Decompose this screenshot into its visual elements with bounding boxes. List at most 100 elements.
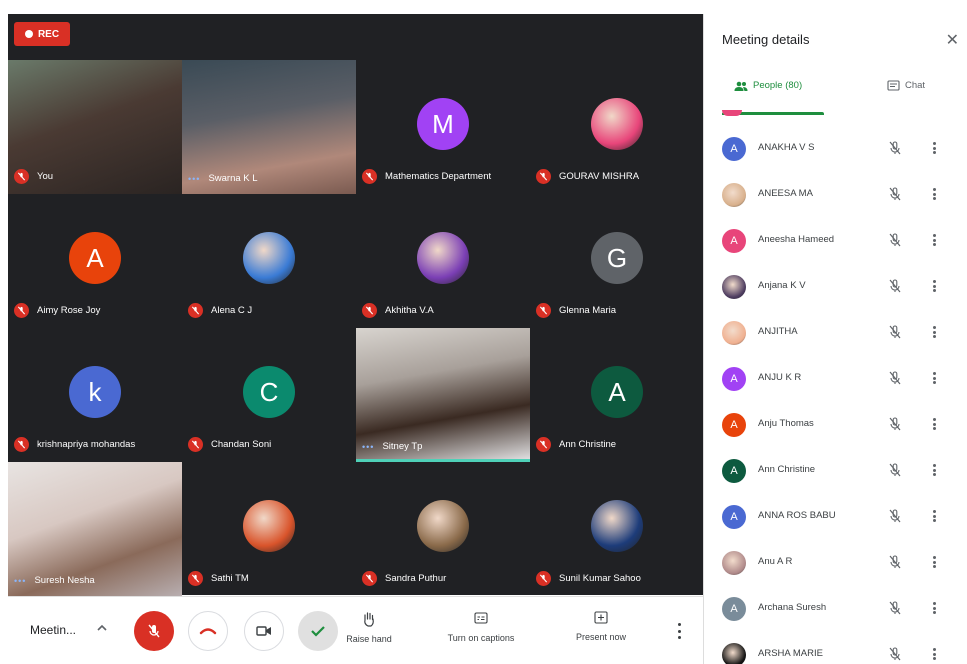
chevron-up-icon[interactable]: [96, 621, 108, 639]
participant-tile[interactable]: Akhitha V.A: [356, 194, 530, 328]
avatar-photo: [722, 321, 746, 345]
participant-label: Mathematics Department: [362, 169, 491, 184]
participant-row[interactable]: ANEESA MA: [704, 172, 967, 218]
captions-button[interactable]: Turn on captions: [440, 611, 522, 643]
participant-tile[interactable]: A Ann Christine: [530, 328, 704, 462]
participant-label: ••• Sitney Tp: [362, 441, 422, 452]
check-button[interactable]: [298, 611, 338, 651]
more-options-icon[interactable]: [931, 646, 937, 662]
mic-off-icon: [188, 303, 203, 318]
raise-hand-button[interactable]: Raise hand: [341, 611, 397, 644]
mic-off-icon: [536, 169, 551, 184]
avatar-photo: [722, 643, 746, 664]
more-options-icon[interactable]: [931, 324, 937, 340]
camera-button[interactable]: [244, 611, 284, 651]
participant-tile[interactable]: C Chandan Soni: [182, 328, 356, 462]
close-icon[interactable]: ✕: [946, 30, 959, 50]
more-options-icon[interactable]: [931, 232, 937, 248]
mic-off-button[interactable]: [134, 611, 174, 651]
participant-row[interactable]: ANJITHA: [704, 310, 967, 356]
mic-off-icon: [362, 571, 377, 586]
raise-hand-label: Raise hand: [346, 634, 392, 644]
participant-row[interactable]: A Ann Christine: [704, 448, 967, 494]
speaking-dots-icon: •••: [14, 575, 27, 586]
mic-off-icon: [148, 624, 160, 638]
mic-off-icon: [362, 303, 377, 318]
more-options-icon[interactable]: [931, 370, 937, 386]
participant-label: krishnapriya mohandas: [14, 437, 135, 452]
participant-name: Sitney Tp: [382, 441, 423, 452]
meeting-details-label[interactable]: Meetin...: [30, 623, 76, 637]
participant-tile[interactable]: k krishnapriya mohandas: [8, 328, 182, 462]
participant-tile[interactable]: M Mathematics Department: [356, 60, 530, 194]
more-options-icon[interactable]: [931, 278, 937, 294]
avatar: A: [722, 597, 746, 621]
participant-label: Ann Christine: [536, 437, 616, 452]
participant-row[interactable]: A ANNA ROS BABU: [704, 494, 967, 540]
avatar: A: [722, 505, 746, 529]
avatar: A: [722, 367, 746, 391]
participant-row[interactable]: Anjana K V: [704, 264, 967, 310]
more-options-icon[interactable]: [931, 600, 937, 616]
participant-tile[interactable]: Alena C J: [182, 194, 356, 328]
participant-row[interactable]: A Anju Thomas: [704, 402, 967, 448]
participant-label: Sandra Puthur: [362, 571, 446, 586]
participant-tile[interactable]: ••• Suresh Nesha: [8, 462, 182, 596]
more-options-icon[interactable]: [676, 623, 682, 639]
participant-name: Anju Thomas: [758, 418, 814, 429]
tab-people[interactable]: People (80): [734, 80, 802, 91]
captions-label: Turn on captions: [447, 633, 515, 643]
avatar: C: [243, 366, 295, 418]
participant-tile[interactable]: Sunil Kumar Sahoo: [530, 462, 704, 596]
more-options-icon[interactable]: [931, 416, 937, 432]
avatar: A: [722, 413, 746, 437]
participant-row[interactable]: A ANJU K R: [704, 356, 967, 402]
participant-name: GOURAV MISHRA: [559, 171, 640, 182]
avatar: A: [722, 137, 746, 161]
more-options-icon[interactable]: [931, 462, 937, 478]
participant-label: Alena C J: [188, 303, 252, 318]
more-options-icon[interactable]: [931, 186, 937, 202]
participant-row[interactable]: Anu A R: [704, 540, 967, 586]
avatar: A: [591, 366, 643, 418]
avatar: A: [722, 229, 746, 253]
participant-tile[interactable]: ••• Sitney Tp: [356, 328, 530, 462]
avatar-photo: [591, 500, 643, 552]
avatar-photo: [722, 551, 746, 575]
avatar-photo: [722, 275, 746, 299]
participant-name: ANJU K R: [758, 372, 802, 383]
avatar: M: [417, 98, 469, 150]
tab-chat[interactable]: Chat: [887, 80, 925, 91]
participant-tile[interactable]: ••• Swarna K L: [182, 60, 356, 194]
participant-tile[interactable]: Sandra Puthur: [356, 462, 530, 596]
participant-name: ANAKHA V S: [758, 142, 815, 153]
hang-up-icon: [199, 628, 217, 635]
avatar-photo: [243, 232, 295, 284]
more-options-icon[interactable]: [931, 508, 937, 524]
participant-row[interactable]: ARSHA MARIE: [704, 632, 967, 664]
participant-tile[interactable]: Sathi TM: [182, 462, 356, 596]
participant-tile[interactable]: GOURAV MISHRA: [530, 60, 704, 194]
more-options-icon[interactable]: [931, 140, 937, 156]
mic-off-icon: [887, 324, 903, 340]
participant-name: Suresh Nesha: [34, 575, 95, 586]
participant-row[interactable]: A Aneesha Hameed: [704, 218, 967, 264]
participant-row[interactable]: A Archana Suresh: [704, 586, 967, 632]
participant-tile[interactable]: G Glenna Maria: [530, 194, 704, 328]
leave-call-button[interactable]: [188, 611, 228, 651]
participant-name: Aimy Rose Joy: [37, 305, 101, 316]
panel-tabs: People (80) Chat: [704, 72, 967, 116]
participant-row[interactable]: A ANAKHA V S: [704, 126, 967, 172]
more-options-icon[interactable]: [931, 554, 937, 570]
present-now-button[interactable]: Present now: [566, 611, 636, 642]
mic-off-icon: [362, 169, 377, 184]
mic-off-icon: [887, 554, 903, 570]
participant-name: Aneesha Hameed: [758, 234, 835, 245]
participant-tile[interactable]: A Aimy Rose Joy: [8, 194, 182, 328]
participant-tile[interactable]: You: [8, 60, 182, 194]
participant-name: Chandan Soni: [211, 439, 272, 450]
partial-avatar: [722, 110, 742, 116]
participant-label: You: [14, 169, 53, 184]
participant-label: ••• Swarna K L: [188, 173, 258, 184]
participant-label: Sunil Kumar Sahoo: [536, 571, 641, 586]
